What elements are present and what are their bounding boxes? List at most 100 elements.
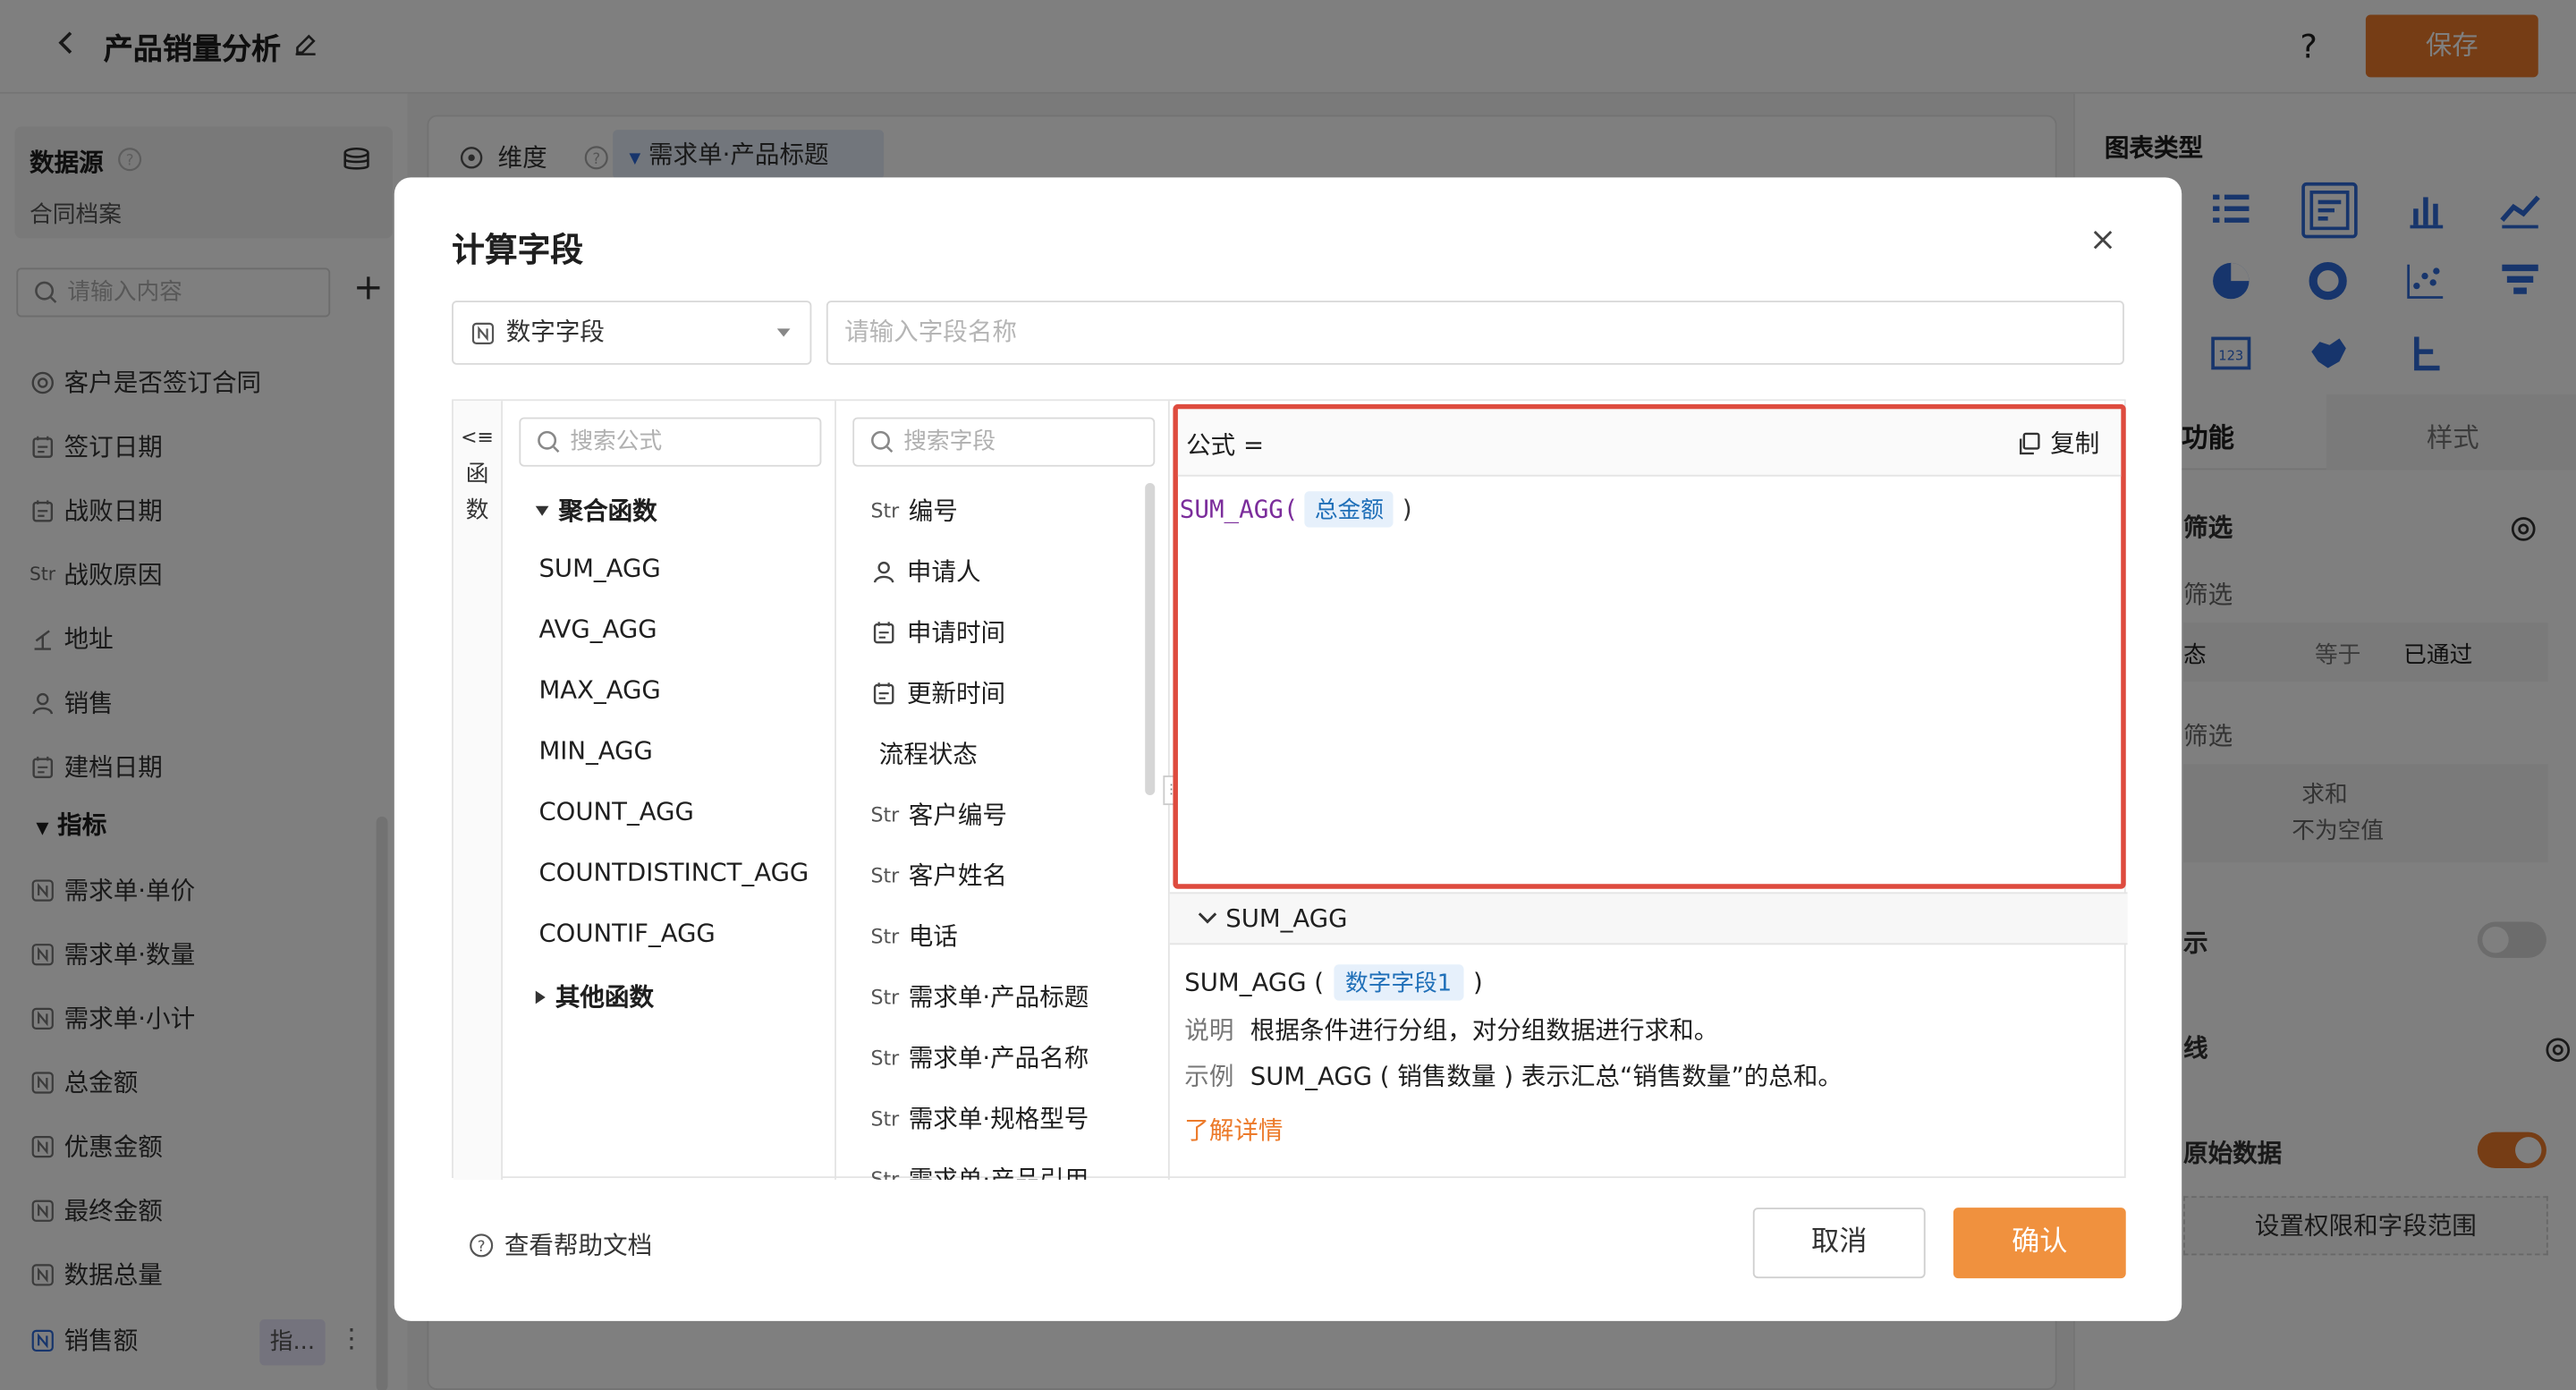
calendar-icon <box>870 680 896 706</box>
dialog-title: 计算字段 <box>452 230 584 270</box>
field-item[interactable]: Str 客户编号 <box>870 797 1006 832</box>
function-group-label: 其他函数 <box>555 982 655 1013</box>
field-item[interactable]: Str 电话 <box>870 919 957 954</box>
function-help-title: SUM_AGG <box>1225 903 1348 934</box>
str-tag: Str <box>870 802 900 826</box>
search-placeholder: 搜索字段 <box>903 428 996 455</box>
field-item[interactable]: 申请时间 <box>870 614 1005 649</box>
field-item[interactable]: Str 需求单·规格型号 <box>870 1101 1089 1136</box>
field-label: 申请时间 <box>906 617 1006 648</box>
number-field-icon <box>470 320 496 346</box>
chevron-down-icon <box>1196 907 1222 933</box>
str-tag: Str <box>870 1167 900 1180</box>
field-label: 需求单·产品名称 <box>908 1043 1089 1073</box>
field-item[interactable]: Str 需求单·产品名称 <box>870 1040 1089 1075</box>
function-example: 示例 SUM_AGG ( 销售数量 ) 表示汇总“销售数量”的总和。 <box>1184 1058 1843 1093</box>
field-label: 流程状态 <box>878 739 978 769</box>
field-label: 客户编号 <box>908 800 1007 830</box>
learn-more-link[interactable]: 了解详情 <box>1184 1113 1283 1148</box>
function-group-label: 聚合函数 <box>558 496 657 526</box>
field-item[interactable]: Str 编号 <box>870 493 957 528</box>
str-tag: Str <box>870 1106 900 1130</box>
question-circle-icon: ? <box>468 1232 494 1258</box>
str-tag: Str <box>870 924 900 947</box>
field-list-scrollbar[interactable] <box>1145 483 1156 796</box>
description-text: 根据条件进行分组，对分组数据进行求和。 <box>1250 1015 1719 1046</box>
confirm-button[interactable]: 确认 <box>1953 1208 2126 1279</box>
calendar-icon <box>870 619 896 645</box>
help-doc-label: 查看帮助文档 <box>504 1230 653 1260</box>
chevron-down-icon <box>776 328 791 337</box>
formula-field-chip[interactable]: 总金额 <box>1304 491 1394 528</box>
function-group-other[interactable]: 其他函数 <box>535 979 655 1014</box>
field-label: 电话 <box>908 921 958 952</box>
str-tag: Str <box>870 863 900 886</box>
user-icon <box>870 558 896 584</box>
signature-paren: ) <box>1473 967 1483 997</box>
field-item[interactable]: 更新时间 <box>870 675 1005 710</box>
search-icon <box>536 428 562 454</box>
function-search-input[interactable]: 搜索公式 <box>519 417 822 467</box>
close-icon[interactable] <box>2089 226 2115 252</box>
svg-text:?: ? <box>478 1237 486 1254</box>
function-help-panel: SUM_AGG SUM_AGG ( 数字字段1 ) 说明 根据条件进行分组，对分… <box>1169 892 2128 1179</box>
collapse-icon[interactable]: <≡ <box>453 420 501 453</box>
field-search-input[interactable]: 搜索字段 <box>852 417 1156 467</box>
function-item[interactable]: COUNTDISTINCT_AGG <box>538 858 809 887</box>
formula-box[interactable]: 公式 = 复制 SUM_AGG( 总金额 ) <box>1173 403 2126 889</box>
field-item[interactable]: Str 客户姓名 <box>870 858 1006 893</box>
field-item[interactable]: Str 需求单·产品引用 <box>870 1162 1089 1180</box>
search-icon <box>869 428 895 454</box>
field-item[interactable]: 申请人 <box>870 554 981 589</box>
function-item[interactable]: AVG_AGG <box>538 614 657 644</box>
app-root: 产品销量分析 ? 保存 数据源 ? 合同档案 请输入内容 + 客户是否签 <box>0 0 2576 1390</box>
function-item[interactable]: COUNTIF_AGG <box>538 919 715 948</box>
signature-fn: SUM_AGG ( <box>1184 967 1325 997</box>
function-item[interactable]: MAX_AGG <box>538 675 660 705</box>
str-tag: Str <box>870 498 900 522</box>
function-description: 说明 根据条件进行分组，对分组数据进行求和。 <box>1184 1013 1718 1047</box>
formula-editor: <≡ 函数 搜索公式 聚合函数 SUM_AGG AVG_AGG MAX_AGG … <box>452 399 2128 1180</box>
formula-function: SUM_AGG( <box>1179 494 1299 524</box>
copy-button[interactable]: 复制 <box>2016 426 2100 461</box>
field-label: 需求单·产品标题 <box>908 982 1089 1013</box>
formula-header: 公式 = 复制 <box>1177 409 2122 477</box>
function-list: 搜索公式 聚合函数 SUM_AGG AVG_AGG MAX_AGG MIN_AG… <box>503 401 836 1180</box>
str-tag: Str <box>870 1046 900 1069</box>
field-label: 申请人 <box>906 556 981 587</box>
function-tab-label: 函数 <box>465 462 489 524</box>
formula-label: 公式 = <box>1186 430 1265 461</box>
caret-right-icon <box>535 989 546 1004</box>
function-item[interactable]: COUNT_AGG <box>538 797 693 826</box>
function-group-aggregate[interactable]: 聚合函数 <box>535 493 657 528</box>
field-type-value: 数字字段 <box>505 317 605 347</box>
copy-icon <box>2016 429 2042 455</box>
function-signature: SUM_AGG ( 数字字段1 ) <box>1184 964 1483 1001</box>
description-key: 说明 <box>1184 1015 1234 1046</box>
caret-down-icon <box>535 504 549 515</box>
field-list: 搜索字段 Str 编号 申请人 申请时间 更新时间 流程状态 Str 客户编号 St… <box>836 401 1170 1180</box>
signature-arg-chip: 数字字段1 <box>1334 964 1464 1001</box>
field-item[interactable]: 流程状态 <box>879 736 978 771</box>
function-tab[interactable]: <≡ 函数 <box>453 401 504 1180</box>
cancel-button[interactable]: 取消 <box>1752 1208 1926 1279</box>
search-placeholder: 搜索公式 <box>570 428 663 455</box>
function-help-header[interactable]: SUM_AGG <box>1169 892 2128 945</box>
field-item[interactable]: Str 需求单·产品标题 <box>870 979 1089 1014</box>
field-label: 需求单·产品引用 <box>909 1162 1089 1180</box>
function-item[interactable]: MIN_AGG <box>538 736 652 766</box>
field-label: 更新时间 <box>906 678 1006 708</box>
str-tag: Str <box>870 985 900 1008</box>
example-text: SUM_AGG ( 销售数量 ) 表示汇总“销售数量”的总和。 <box>1250 1061 1843 1091</box>
function-item[interactable]: SUM_AGG <box>538 554 660 583</box>
example-key: 示例 <box>1184 1061 1234 1091</box>
formula-paren: ) <box>1400 494 1415 524</box>
field-label: 客户姓名 <box>908 860 1007 891</box>
formula-code[interactable]: SUM_AGG( 总金额 ) <box>1179 491 1415 528</box>
calculated-field-dialog: 计算字段 数字字段 请输入字段名称 <≡ 函数 搜索公式 聚合函数 SUM_AG… <box>394 177 2182 1321</box>
field-label: 编号 <box>908 496 958 526</box>
help-doc-link[interactable]: ? 查看帮助文档 <box>468 1227 652 1262</box>
field-name-input[interactable]: 请输入字段名称 <box>826 301 2124 365</box>
copy-label: 复制 <box>2050 428 2100 459</box>
field-type-select[interactable]: 数字字段 <box>452 301 812 365</box>
